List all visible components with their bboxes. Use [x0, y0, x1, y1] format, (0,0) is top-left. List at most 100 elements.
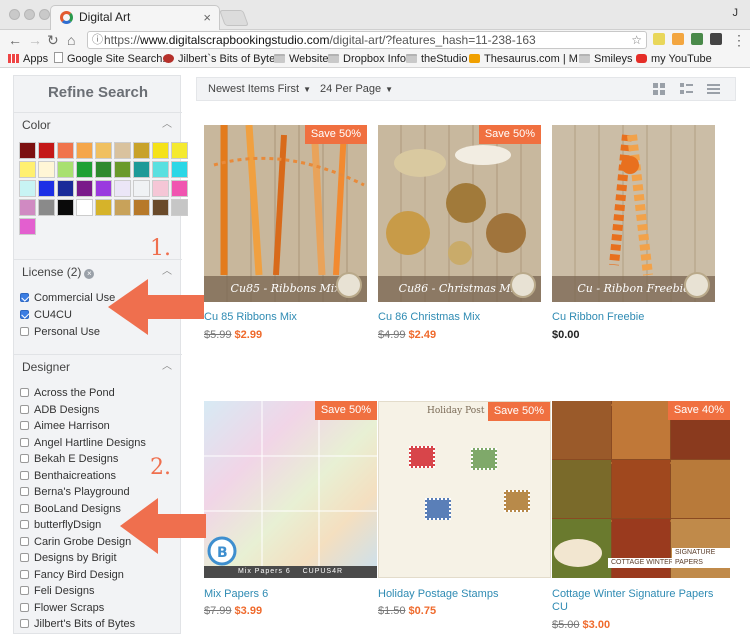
designer-filter-item[interactable]: Jilbert's Bits of Bytes: [20, 616, 135, 632]
color-swatch[interactable]: [76, 199, 93, 216]
reload-icon[interactable]: ↻: [47, 31, 59, 49]
checkbox[interactable]: [20, 520, 29, 529]
checkbox[interactable]: [20, 487, 29, 496]
checkbox[interactable]: [20, 310, 29, 319]
color-swatch[interactable]: [114, 180, 131, 197]
license-personal-use[interactable]: Personal Use: [20, 324, 100, 340]
designer-filter-item[interactable]: ADB Designs: [20, 402, 99, 418]
extension-icon[interactable]: [653, 33, 665, 45]
designer-filter-item[interactable]: Benthaicreations: [20, 468, 116, 484]
checkbox[interactable]: [20, 293, 29, 302]
color-swatch[interactable]: [152, 180, 169, 197]
color-swatch[interactable]: [76, 142, 93, 159]
color-swatch[interactable]: [57, 142, 74, 159]
designer-filter-item[interactable]: Designs by Brigit: [20, 550, 117, 566]
address-bar[interactable]: ⓘ https://www.digitalscrapbookingstudio.…: [87, 31, 647, 49]
product-title-link[interactable]: Cottage Winter Signature Papers CU: [552, 588, 722, 614]
product-title-link[interactable]: Cu 85 Ribbons Mix: [204, 311, 297, 324]
checkbox[interactable]: [20, 503, 29, 513]
license-cu4cu[interactable]: CU4CU: [20, 307, 72, 323]
bookmark-smileys[interactable]: Smileys: [579, 52, 633, 66]
checkbox[interactable]: [20, 602, 29, 612]
bookmark-my-youtube[interactable]: my YouTube: [636, 52, 712, 66]
designer-filter-item[interactable]: Across the Pond: [20, 385, 115, 401]
designer-filter-item[interactable]: Carin Grobe Design: [20, 534, 131, 550]
bookmark-apps[interactable]: Apps: [8, 52, 48, 66]
color-swatch[interactable]: [133, 161, 150, 178]
profile-initial[interactable]: J: [733, 7, 739, 19]
product-image[interactable]: Holiday Post Save 50%: [378, 401, 551, 578]
color-swatch[interactable]: [95, 161, 112, 178]
designer-filter-item[interactable]: Fancy Bird Design: [20, 567, 124, 583]
color-swatch[interactable]: [19, 142, 36, 159]
color-swatch[interactable]: [133, 142, 150, 159]
bookmark-website[interactable]: Website: [274, 52, 329, 66]
license-commercial-use[interactable]: Commercial Use: [20, 290, 115, 306]
new-tab-button[interactable]: [219, 10, 249, 26]
list-detail-view-icon[interactable]: [680, 83, 693, 95]
list-view-icon[interactable]: [707, 83, 720, 95]
color-swatch[interactable]: [19, 161, 36, 178]
checkbox[interactable]: [20, 421, 29, 430]
checkbox[interactable]: [20, 404, 29, 414]
color-swatch[interactable]: [38, 199, 55, 216]
color-swatch[interactable]: [171, 180, 188, 197]
color-swatch[interactable]: [114, 199, 131, 216]
color-swatch[interactable]: [133, 199, 150, 216]
color-swatch[interactable]: [76, 161, 93, 178]
bookmark-thesaurus[interactable]: Thesaurus.com | M...: [469, 52, 587, 66]
color-swatch[interactable]: [171, 199, 188, 216]
collapse-caret-icon[interactable]: ︿: [162, 355, 172, 379]
close-window-button[interactable]: [9, 9, 20, 20]
product-title-link[interactable]: Cu 86 Christmas Mix: [378, 311, 480, 324]
checkbox[interactable]: [20, 569, 29, 579]
color-swatch[interactable]: [38, 180, 55, 197]
product-image[interactable]: Cu - Ribbon Freebie: [552, 125, 715, 302]
checkbox[interactable]: [20, 470, 29, 480]
designer-filter-header[interactable]: Designer ︿: [14, 354, 182, 380]
color-swatch[interactable]: [19, 218, 36, 235]
menu-icon[interactable]: ⋮: [732, 31, 746, 49]
checkbox[interactable]: [20, 327, 29, 336]
designer-filter-item[interactable]: Berna's Playground: [20, 484, 130, 500]
product-image[interactable]: Cu86 - Christmas Mix Save 50%: [378, 125, 541, 302]
designer-filter-item[interactable]: butterflyDsign: [20, 517, 101, 533]
checkbox[interactable]: [20, 388, 29, 397]
designer-filter-item[interactable]: Flower Scraps: [20, 600, 104, 616]
sort-order-dropdown[interactable]: Newest Items First ▼: [208, 82, 311, 97]
amazon-extension-icon[interactable]: [672, 33, 684, 45]
designer-filter-item[interactable]: Aimee Harrison: [20, 418, 110, 434]
color-swatch[interactable]: [19, 199, 36, 216]
product-image[interactable]: B Mix Papers 6 CUPUS4R Save 50%: [204, 401, 377, 578]
color-swatch[interactable]: [152, 199, 169, 216]
product-image[interactable]: COTTAGE WINTER SIGNATURE PAPERS Save 40%: [552, 401, 730, 578]
checkbox[interactable]: [20, 536, 29, 546]
forward-arrow-icon[interactable]: →: [28, 31, 42, 49]
bookmark-google-site-search[interactable]: Google Site Search...: [54, 52, 172, 66]
evernote-extension-icon[interactable]: [691, 33, 703, 45]
info-icon[interactable]: ⓘ: [92, 32, 103, 48]
color-swatch[interactable]: [76, 180, 93, 197]
checkbox[interactable]: [20, 553, 29, 562]
color-swatch[interactable]: [38, 161, 55, 178]
designer-filter-item[interactable]: BooLand Designs: [20, 501, 121, 517]
color-swatch[interactable]: [95, 199, 112, 216]
color-swatch[interactable]: [57, 199, 74, 216]
color-swatch[interactable]: [95, 180, 112, 197]
product-title-link[interactable]: Holiday Postage Stamps: [378, 588, 498, 601]
product-title-link[interactable]: Mix Papers 6: [204, 588, 268, 601]
color-swatch[interactable]: [38, 142, 55, 159]
color-swatch[interactable]: [133, 180, 150, 197]
back-arrow-icon[interactable]: ←: [8, 31, 22, 49]
designer-filter-item[interactable]: Bekah E Designs: [20, 451, 118, 467]
tab-close-icon[interactable]: ×: [203, 6, 211, 29]
bookmark-thestudio[interactable]: theStudio: [406, 52, 467, 66]
checkbox[interactable]: [20, 619, 29, 628]
color-swatch[interactable]: [114, 161, 131, 178]
product-image[interactable]: Cu85 - Ribbons Mix Save 50%: [204, 125, 367, 302]
color-swatch[interactable]: [171, 161, 188, 178]
home-icon[interactable]: ⌂: [67, 31, 75, 49]
designer-filter-item[interactable]: Feli Designs: [20, 583, 95, 599]
color-swatch[interactable]: [95, 142, 112, 159]
checkbox[interactable]: [20, 454, 29, 463]
